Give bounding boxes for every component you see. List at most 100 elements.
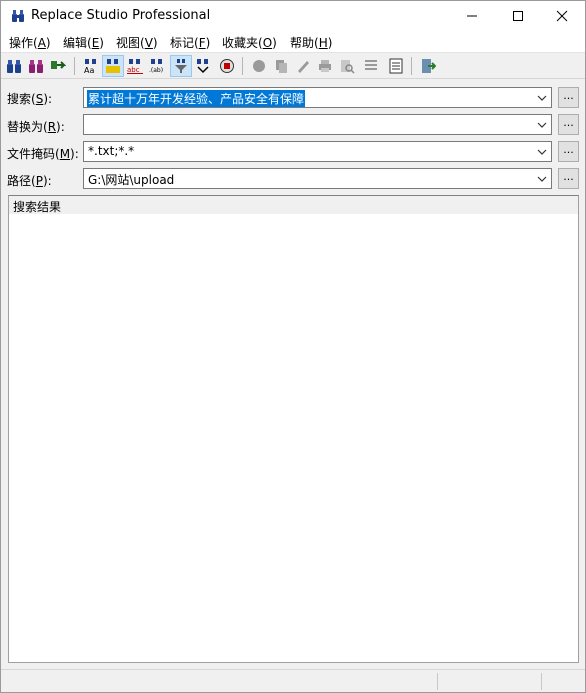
preview-icon [341, 60, 355, 74]
replace-label-end: ): [56, 120, 65, 134]
window-title: Replace Studio Professional [31, 8, 211, 23]
file-mask-button[interactable]: ... [558, 141, 579, 162]
search-history-button[interactable]: ... [558, 87, 579, 108]
menu-help[interactable]: 帮助(H) [289, 34, 333, 51]
menu-view-key: V [144, 36, 153, 50]
copy-icon [276, 60, 287, 73]
menu-help-end: ) [327, 36, 333, 50]
menu-edit-label: 编辑( [63, 36, 92, 50]
subfolder-search-button[interactable] [192, 55, 214, 77]
toolbar-separator [242, 57, 243, 75]
match-case-icon: Aa [84, 59, 96, 74]
abc-icon: abc [127, 59, 143, 74]
funnel-icon [175, 59, 187, 73]
replace-combobox[interactable] [83, 114, 552, 135]
whole-word-button[interactable] [102, 55, 124, 77]
chevron-down-icon[interactable] [536, 173, 548, 185]
search-input[interactable]: 累计超十万年开发经验、产品安全有保障 [87, 90, 306, 107]
svg-text:abc: abc [127, 66, 140, 74]
menu-operate-label: 操作( [9, 36, 38, 50]
file-mask-label-text: 文件掩码( [7, 147, 60, 161]
path-input[interactable]: G:\网站\upload [88, 171, 174, 188]
match-case-button[interactable]: Aa [80, 55, 102, 77]
copy-button[interactable] [270, 55, 292, 77]
filter-button[interactable] [170, 55, 192, 77]
search-label-text: 搜索( [7, 92, 36, 106]
close-button[interactable] [539, 1, 585, 31]
chevron-down-icon[interactable] [536, 92, 548, 104]
menu-operate-key: A [37, 36, 46, 50]
regex-button[interactable]: .(ab) [146, 55, 168, 77]
brush-icon [298, 61, 309, 73]
menu-edit[interactable]: 编辑(E) [62, 34, 105, 51]
svg-text:Aa: Aa [84, 66, 94, 74]
app-window: Replace Studio Professional 操作(A) 编辑(E) … [0, 0, 586, 693]
path-label-text: 路径( [7, 174, 36, 188]
chevron-down-icon[interactable] [536, 119, 548, 131]
abc-button[interactable]: abc [124, 55, 146, 77]
menu-view[interactable]: 视图(V) [115, 34, 159, 51]
search-combobox[interactable]: 累计超十万年开发经验、产品安全有保障 [83, 87, 552, 108]
replace-button[interactable] [47, 55, 69, 77]
chevron-down-icon[interactable] [536, 146, 548, 158]
replace-label: 替换为(R): [7, 118, 65, 135]
web-search-button[interactable] [216, 55, 238, 77]
stop-icon [253, 60, 265, 72]
brush-button[interactable] [292, 55, 314, 77]
path-combobox[interactable]: G:\网站\upload [83, 168, 552, 189]
results-header: 搜索结果 [9, 196, 578, 214]
replace-arrow-icon [51, 61, 66, 69]
menu-favorites[interactable]: 收藏夹(O) [221, 34, 278, 51]
browse-folder-button[interactable]: ... [558, 168, 579, 189]
report-icon [389, 58, 403, 74]
path-label: 路径(P): [7, 172, 52, 189]
search-subfolder-icon [197, 59, 209, 74]
menu-edit-end: ) [99, 36, 104, 50]
menu-mark-key: F [198, 36, 206, 50]
binoculars-icon [7, 60, 21, 73]
path-label-end: ): [42, 174, 52, 188]
toolbar-separator [411, 57, 412, 75]
file-mask-combobox[interactable]: *.txt;*.* [83, 141, 552, 162]
menu-bar: 操作(A) 编辑(E) 视图(V) 标记(F) 收藏夹(O) 帮助(H) [1, 31, 585, 53]
menu-favorites-key: O [262, 36, 273, 50]
print-preview-button[interactable] [336, 55, 358, 77]
file-mask-label-key: M [59, 147, 71, 161]
maximize-button[interactable] [495, 1, 541, 31]
menu-view-end: ) [152, 36, 158, 50]
binoculars-app-icon [12, 10, 24, 22]
search-label: 搜索(S): [7, 90, 52, 107]
find-all-button[interactable] [25, 55, 47, 77]
find-button[interactable] [3, 55, 25, 77]
status-bar [1, 669, 585, 692]
menu-mark[interactable]: 标记(F) [169, 34, 211, 51]
exit-button[interactable] [417, 55, 439, 77]
replace-history-button[interactable]: ... [558, 114, 579, 135]
minimize-icon [467, 15, 477, 17]
report-button[interactable] [385, 55, 407, 77]
file-mask-label: 文件掩码(M): [7, 145, 79, 162]
whole-word-icon [106, 59, 120, 73]
menu-view-label: 视图( [116, 36, 145, 50]
print-button[interactable] [314, 55, 336, 77]
exit-icon [422, 59, 436, 73]
list-button[interactable] [360, 55, 382, 77]
minimize-button[interactable] [449, 1, 495, 31]
replace-label-text: 替换为( [7, 120, 48, 134]
status-pane-divider [437, 673, 438, 690]
file-mask-input[interactable]: *.txt;*.* [88, 144, 134, 158]
web-icon [220, 59, 234, 73]
print-icon [319, 60, 331, 72]
toolbar: Aa abc .(ab) [1, 53, 585, 79]
menu-help-label: 帮助( [290, 36, 319, 50]
menu-operate[interactable]: 操作(A) [8, 34, 52, 51]
svg-text:.(ab): .(ab) [149, 67, 163, 74]
stop-button[interactable] [248, 55, 270, 77]
menu-operate-end: ) [45, 36, 51, 50]
search-results-panel[interactable]: 搜索结果 [8, 195, 579, 663]
results-header-label: 搜索结果 [13, 200, 62, 214]
title-bar[interactable]: Replace Studio Professional [1, 1, 585, 31]
binoculars-double-icon [29, 60, 43, 73]
file-mask-label-end: ): [70, 147, 79, 161]
menu-mark-end: ) [205, 36, 211, 50]
